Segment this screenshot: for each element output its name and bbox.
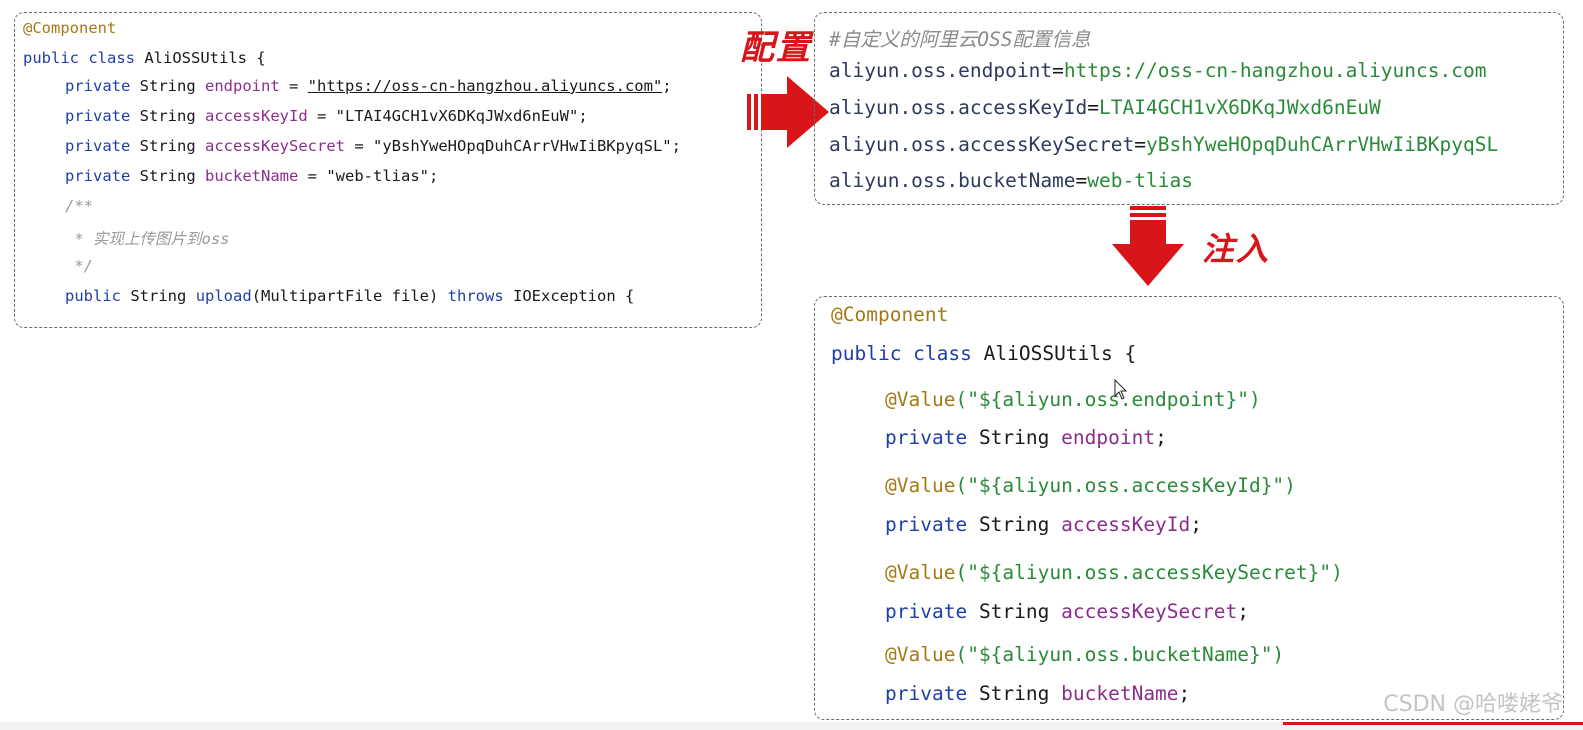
watermark: CSDN @哈喽姥爷 xyxy=(1383,692,1563,717)
config-label: 配置 xyxy=(740,28,812,68)
mouse-cursor-icon xyxy=(1114,379,1128,400)
injected-code-panel: @Component public class AliOSSUtils { @V… xyxy=(814,296,1564,720)
code-line-method: public String upload(MultipartFile file)… xyxy=(65,287,635,305)
code-line-field-bucketname: private String bucketName = "web-tlias"; xyxy=(65,167,439,185)
code-line-annotation: @Component xyxy=(23,19,117,37)
code-line-field-endpoint: private String endpoint = "https://oss-c… xyxy=(65,77,672,95)
code-comment-body: * 实现上传图片到oss xyxy=(65,230,230,248)
property-bucketname: aliyun.oss.bucketName=web-tlias xyxy=(829,169,1193,192)
code-line-annotation: @Component xyxy=(831,303,949,326)
inject-label: 注入 xyxy=(1202,230,1271,268)
value-annotation-accesskeysecret: @Value("${aliyun.oss.accessKeySecret}") xyxy=(885,561,1343,584)
properties-comment: #自定义的阿里云OSS配置信息 xyxy=(829,28,1091,51)
code-comment-close: */ xyxy=(65,257,93,275)
bottom-strip xyxy=(0,722,1583,730)
code-comment-open: /** xyxy=(65,197,93,215)
code-line-field-accesskeysecret: private String accessKeySecret = "yBshYw… xyxy=(65,137,681,155)
property-endpoint: aliyun.oss.endpoint=https://oss-cn-hangz… xyxy=(829,59,1487,82)
original-code-panel: @Component public class AliOSSUtils { pr… xyxy=(14,12,762,328)
code-line-field-endpoint: private String endpoint; xyxy=(885,426,1167,449)
properties-panel: #自定义的阿里云OSS配置信息 aliyun.oss.endpoint=http… xyxy=(814,12,1564,205)
value-annotation-endpoint: @Value("${aliyun.oss.endpoint}") xyxy=(885,388,1261,411)
down-arrow-icon xyxy=(1112,206,1184,286)
code-line-field-accesskeyid: private String accessKeyId; xyxy=(885,513,1203,536)
value-annotation-bucketname: @Value("${aliyun.oss.bucketName}") xyxy=(885,643,1285,666)
code-line-field-accesskeyid: private String accessKeyId = "LTAI4GCH1v… xyxy=(65,107,588,125)
code-line-class: public class AliOSSUtils { xyxy=(23,49,266,67)
bottom-red-line xyxy=(1283,722,1583,725)
code-line-field-bucketname: private String bucketName; xyxy=(885,682,1191,705)
value-annotation-accesskeyid: @Value("${aliyun.oss.accessKeyId}") xyxy=(885,474,1296,497)
property-accesskeysecret: aliyun.oss.accessKeySecret=yBshYweHOpqDu… xyxy=(829,133,1499,156)
code-line-field-accesskeysecret: private String accessKeySecret; xyxy=(885,600,1249,623)
property-accesskeyid: aliyun.oss.accessKeyId=LTAI4GCH1vX6DKqJW… xyxy=(829,96,1381,119)
code-line-class: public class AliOSSUtils { xyxy=(831,342,1137,365)
